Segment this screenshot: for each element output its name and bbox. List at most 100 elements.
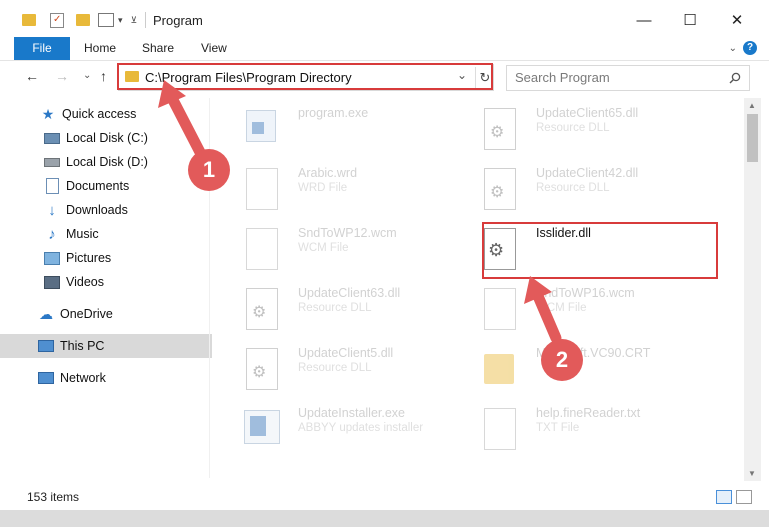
- up-button[interactable]: ↑: [100, 68, 107, 84]
- status-bar: 153 items: [0, 484, 769, 510]
- sidebar-item-quick-access[interactable]: ★ Quick access: [0, 102, 248, 126]
- file-name: UpdateClient65.dll: [536, 106, 639, 120]
- file-name: UpdateClient5.dll: [298, 346, 394, 360]
- sidebar-item-label: Network: [60, 371, 106, 385]
- file-type: Resource DLL: [298, 362, 372, 374]
- chevron-down-icon[interactable]: ▾: [118, 15, 123, 26]
- sidebar-item-label: Music: [66, 227, 99, 241]
- file-tile[interactable]: SndToWP12.wcm WCM File: [230, 220, 460, 272]
- dll-icon: ⚙: [480, 226, 518, 272]
- file-tile[interactable]: ⚙ UpdateClient42.dll Resource DLL: [468, 160, 698, 212]
- maximize-button[interactable]: ☐: [667, 6, 713, 34]
- tab-view[interactable]: View: [201, 37, 227, 60]
- details-view-icon[interactable]: [716, 490, 732, 504]
- generic-file-icon: [242, 166, 280, 212]
- sidebar-item-label: OneDrive: [60, 307, 113, 321]
- file-tile[interactable]: Microsoft.VC90.CRT: [468, 340, 698, 392]
- recent-locations-button[interactable]: ⌄: [83, 70, 91, 81]
- file-tile[interactable]: program.exe: [230, 100, 460, 152]
- help-icon[interactable]: ?: [743, 41, 757, 55]
- minimize-button[interactable]: —: [621, 6, 667, 34]
- sidebar-item-label: Quick access: [62, 107, 137, 121]
- refresh-button[interactable]: ↻: [475, 67, 494, 88]
- sidebar-item-label: Documents: [66, 179, 130, 193]
- title-bar: ✓ ▾ ⊻ Program — ☐ ✕: [0, 0, 769, 38]
- taskbar-strip: [0, 510, 769, 527]
- videos-icon: [44, 274, 60, 290]
- address-bar[interactable]: C:\Program Files\Program Directory ⌄ ↻: [118, 64, 494, 91]
- sidebar-item-label: This PC: [60, 339, 105, 353]
- file-list: program.exe ⚙ UpdateClient65.dll Resourc…: [212, 98, 744, 478]
- file-type: WCM File: [536, 302, 587, 314]
- file-type: Resource DLL: [298, 302, 372, 314]
- generic-file-icon: [480, 406, 518, 452]
- generic-file-icon: [242, 226, 280, 272]
- file-tile[interactable]: help.fineReader.txt TXT File: [468, 400, 698, 452]
- exe-icon: [242, 106, 280, 152]
- drive-icon: [44, 154, 60, 170]
- search-box[interactable]: [506, 65, 750, 91]
- dropdown-icon[interactable]: ⊻: [131, 15, 138, 26]
- dll-icon: ⚙: [242, 346, 280, 392]
- file-tile[interactable]: ⚙ UpdateClient65.dll Resource DLL: [468, 100, 698, 152]
- folder-icon: [125, 71, 139, 82]
- address-dropdown-button[interactable]: ⌄: [457, 68, 467, 82]
- file-type: Resource DLL: [536, 122, 610, 134]
- file-type: Resource DLL: [536, 182, 610, 194]
- window-title: Program: [153, 13, 203, 28]
- scroll-down-icon[interactable]: ▼: [748, 469, 756, 478]
- step-marker-2: 2: [541, 339, 583, 381]
- file-tile[interactable]: Arabic.wrd WRD File: [230, 160, 460, 212]
- close-button[interactable]: ✕: [714, 6, 760, 34]
- file-name: SndToWP12.wcm: [298, 226, 397, 240]
- customize-toolbar-icon[interactable]: [98, 13, 114, 27]
- ribbon: File Home Share View ⌄ ?: [0, 37, 769, 61]
- file-name: help.fineReader.txt: [536, 406, 641, 420]
- scroll-up-icon[interactable]: ▲: [748, 101, 756, 110]
- search-input[interactable]: [513, 69, 727, 86]
- file-tile[interactable]: SndToWP16.wcm WCM File: [468, 280, 698, 332]
- sidebar-item-label: Videos: [66, 275, 104, 289]
- dll-icon: ⚙: [480, 106, 518, 152]
- navigation-pane: ★ Quick access Local Disk (C:) 📌 Local D…: [0, 98, 246, 478]
- drive-icon: [44, 130, 60, 146]
- new-folder-icon[interactable]: [76, 14, 90, 26]
- quick-access-toolbar: ✓ ▾ ⊻: [22, 10, 137, 30]
- tab-share[interactable]: Share: [142, 37, 174, 60]
- item-count: 153 items: [27, 490, 80, 504]
- file-name: UpdateClient42.dll: [536, 166, 639, 180]
- file-type: WRD File: [298, 182, 348, 194]
- documents-icon: [44, 178, 60, 194]
- file-name: Arabic.wrd: [298, 166, 358, 180]
- download-icon: ↓: [48, 201, 56, 219]
- step-marker-1: 1: [188, 149, 230, 191]
- sidebar-item-label: Pictures: [66, 251, 112, 265]
- dll-icon: ⚙: [480, 166, 518, 212]
- search-icon[interactable]: [729, 72, 741, 84]
- network-icon: [38, 370, 54, 386]
- file-tile[interactable]: ⚙ UpdateClient5.dll Resource DLL: [230, 340, 460, 392]
- pictures-icon: [44, 250, 60, 266]
- folder-icon[interactable]: [22, 14, 36, 26]
- vertical-scrollbar[interactable]: ▲ ▼: [744, 98, 761, 481]
- navigation-bar: ← → ⌄ ↑ C:\Program Files\Program Directo…: [0, 61, 769, 93]
- file-tile[interactable]: UpdateInstaller.exe ABBYY updates instal…: [230, 400, 460, 452]
- address-path[interactable]: C:\Program Files\Program Directory: [145, 70, 352, 85]
- expand-ribbon-icon[interactable]: ⌄: [729, 43, 737, 54]
- file-name: UpdateClient63.dll: [298, 286, 401, 300]
- file-type: WCM File: [298, 242, 349, 254]
- file-type: TXT File: [536, 422, 580, 434]
- back-button[interactable]: ←: [25, 68, 39, 84]
- scrollbar-thumb[interactable]: [747, 114, 758, 162]
- file-name: Isslider.dll: [536, 226, 591, 240]
- file-tile-isslider[interactable]: ⚙ Isslider.dll: [468, 220, 698, 272]
- large-icons-view-icon[interactable]: [736, 490, 752, 504]
- dll-icon: ⚙: [242, 286, 280, 332]
- forward-button[interactable]: →: [55, 68, 69, 84]
- tab-home[interactable]: Home: [84, 37, 116, 60]
- file-tile[interactable]: ⚙ UpdateClient63.dll Resource DLL: [230, 280, 460, 332]
- cloud-icon: ☁: [39, 305, 53, 322]
- properties-icon[interactable]: ✓: [50, 12, 64, 28]
- folder-icon: [480, 346, 518, 392]
- tab-file[interactable]: File: [14, 37, 70, 60]
